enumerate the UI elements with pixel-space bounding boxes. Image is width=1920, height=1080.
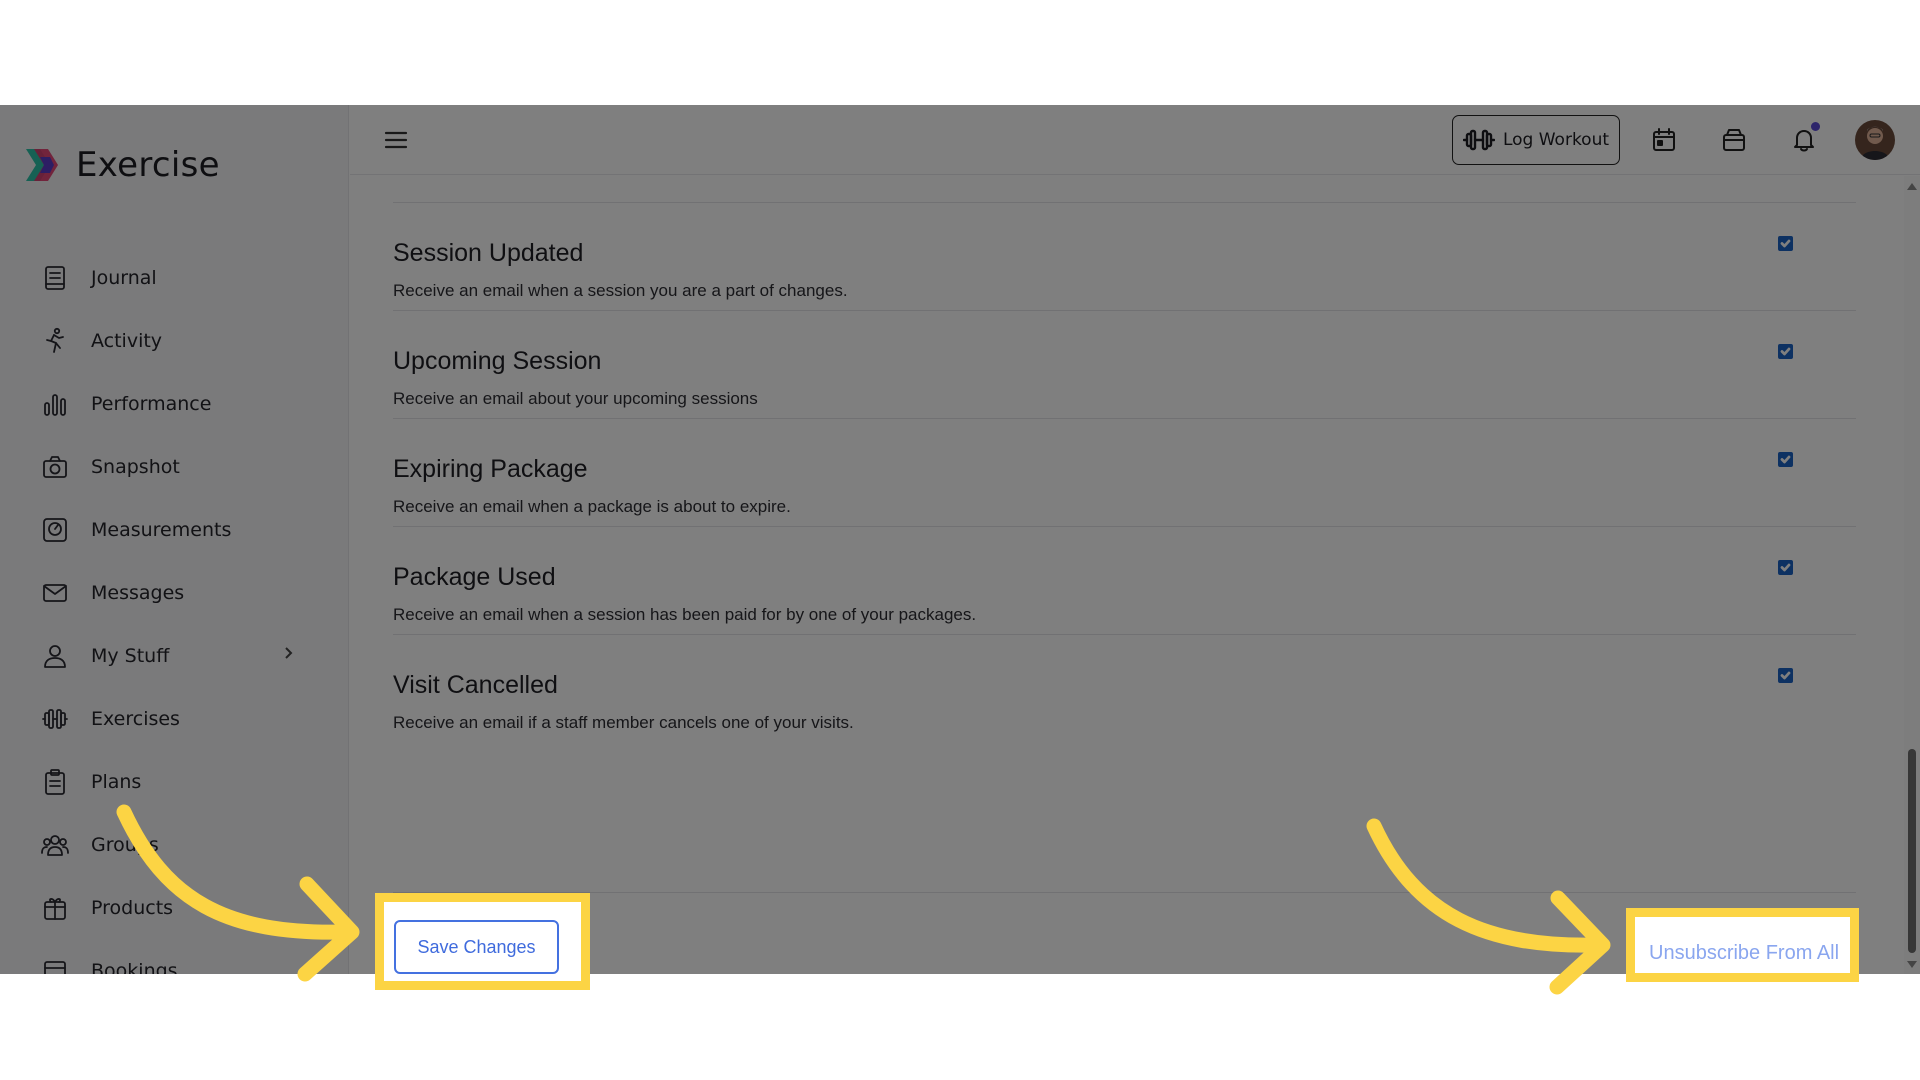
- sidebar-item-label: Snapshot: [91, 455, 180, 478]
- sidebar-item-activity[interactable]: Activity: [40, 309, 320, 372]
- running-icon: [40, 326, 70, 356]
- sidebar-item-label: Plans: [91, 770, 142, 793]
- sidebar: Exercise Journal Activity Performance Sn…: [0, 105, 349, 974]
- setting-title: Package Used: [393, 563, 556, 591]
- setting-row-upcoming-session: Upcoming Session Receive an email about …: [393, 310, 1856, 418]
- sidebar-item-label: My Stuff: [91, 644, 170, 667]
- save-changes-button[interactable]: Save Changes: [394, 920, 559, 974]
- bell-icon[interactable]: [1786, 122, 1822, 158]
- setting-checkbox[interactable]: [1778, 236, 1793, 251]
- gift-icon: [40, 893, 70, 923]
- screen: Exercise Journal Activity Performance Sn…: [0, 0, 1920, 1080]
- sidebar-item-products[interactable]: Products: [40, 876, 320, 939]
- sidebar-item-label: Journal: [91, 266, 157, 289]
- setting-description: Receive an email about your upcoming ses…: [393, 389, 758, 408]
- top-bar: Log Workout: [350, 105, 1920, 175]
- dumbbell-icon: [40, 704, 70, 734]
- hamburger-menu-icon[interactable]: [382, 126, 410, 154]
- sidebar-item-label: Bookings: [91, 959, 178, 975]
- user-icon: [40, 641, 70, 671]
- setting-checkbox[interactable]: [1778, 668, 1793, 683]
- setting-description: Receive an email when a package is about…: [393, 497, 791, 516]
- users-icon: [40, 830, 70, 860]
- app-window: Exercise Journal Activity Performance Sn…: [0, 105, 1920, 974]
- sidebar-item-label: Messages: [91, 581, 185, 604]
- shop-bag-icon[interactable]: [1716, 122, 1752, 158]
- setting-title: Expiring Package: [393, 455, 588, 483]
- calendar-list-icon: [40, 956, 70, 974]
- sidebar-item-bookings[interactable]: Bookings: [40, 939, 320, 974]
- divider: [393, 892, 1856, 893]
- bar-chart-icon: [40, 389, 70, 419]
- sidebar-item-snapshot[interactable]: Snapshot: [40, 435, 320, 498]
- setting-checkbox[interactable]: [1778, 344, 1793, 359]
- brand[interactable]: Exercise: [24, 145, 220, 185]
- setting-title: Visit Cancelled: [393, 671, 558, 699]
- setting-description: Receive an email when a session has been…: [393, 605, 977, 624]
- scroll-up-arrow-icon[interactable]: [1907, 183, 1917, 190]
- sidebar-item-label: Products: [91, 896, 174, 919]
- journal-icon: [40, 263, 70, 293]
- setting-row-session-updated: Session Updated Receive an email when a …: [393, 202, 1856, 310]
- sidebar-item-label: Exercises: [91, 707, 180, 730]
- sidebar-item-label: Groups: [91, 833, 159, 856]
- envelope-icon: [40, 578, 70, 608]
- scrollbar[interactable]: [1904, 176, 1920, 974]
- sidebar-item-performance[interactable]: Performance: [40, 372, 320, 435]
- sidebar-item-exercises[interactable]: Exercises: [40, 687, 320, 750]
- sidebar-item-label: Measurements: [91, 518, 232, 541]
- sidebar-item-measurements[interactable]: Measurements: [40, 498, 320, 561]
- camera-icon: [40, 452, 70, 482]
- notification-dot: [1811, 122, 1820, 131]
- calendar-icon[interactable]: [1646, 122, 1682, 158]
- setting-description: Receive an email if a staff member cance…: [393, 713, 854, 732]
- chevron-right-icon: [280, 645, 300, 665]
- sidebar-item-journal[interactable]: Journal: [40, 246, 320, 309]
- log-workout-label: Log Workout: [1502, 130, 1610, 150]
- sidebar-item-my-stuff[interactable]: My Stuff: [40, 624, 320, 687]
- clipboard-icon: [40, 767, 70, 797]
- sidebar-item-plans[interactable]: Plans: [40, 750, 320, 813]
- dumbbell-icon: [1462, 129, 1495, 151]
- log-workout-button[interactable]: Log Workout: [1452, 115, 1620, 165]
- exercise-logo-icon: [26, 149, 58, 181]
- setting-row-expiring-package: Expiring Package Receive an email when a…: [393, 418, 1856, 526]
- sidebar-item-label: Performance: [91, 392, 212, 415]
- setting-description: Receive an email when a session you are …: [393, 281, 848, 300]
- sidebar-item-label: Activity: [91, 329, 163, 352]
- notification-settings: Session Updated Receive an email when a …: [350, 176, 1904, 974]
- sidebar-nav: Journal Activity Performance Snapshot Me…: [40, 246, 320, 974]
- unsubscribe-all-link[interactable]: Unsubscribe From All: [1649, 942, 1839, 965]
- setting-checkbox[interactable]: [1778, 452, 1793, 467]
- setting-title: Upcoming Session: [393, 347, 602, 375]
- scale-icon: [40, 515, 70, 545]
- scrollbar-thumb[interactable]: [1908, 749, 1916, 953]
- sidebar-item-messages[interactable]: Messages: [40, 561, 320, 624]
- setting-checkbox[interactable]: [1778, 560, 1793, 575]
- setting-row-package-used: Package Used Receive an email when a ses…: [393, 526, 1856, 634]
- setting-title: Session Updated: [393, 239, 584, 267]
- app-name: Exercise: [76, 145, 220, 185]
- avatar[interactable]: [1855, 120, 1895, 160]
- setting-row-visit-cancelled: Visit Cancelled Receive an email if a st…: [393, 634, 1856, 762]
- scroll-down-arrow-icon[interactable]: [1907, 961, 1917, 968]
- sidebar-item-groups[interactable]: Groups: [40, 813, 320, 876]
